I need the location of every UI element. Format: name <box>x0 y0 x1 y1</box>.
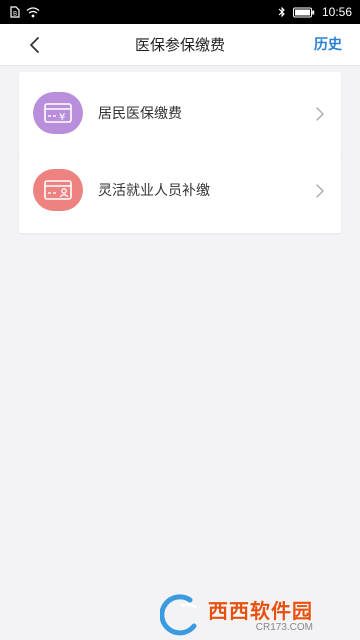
watermark-main-text: 西西软件园 <box>208 599 313 623</box>
status-bar: B 10:56 <box>0 0 360 24</box>
list-item-resident-payment[interactable]: ¥ 居民医保缴费 <box>19 72 341 156</box>
card-person-icon <box>44 180 72 200</box>
nav-bar: 医保参保缴费 历史 <box>0 24 360 66</box>
card-icon-wrapper <box>33 169 83 211</box>
history-button[interactable]: 历史 <box>314 24 342 66</box>
wifi-icon <box>26 6 40 18</box>
chevron-right-icon <box>316 184 324 198</box>
svg-text:¥: ¥ <box>59 112 65 123</box>
svg-text:B: B <box>13 11 17 18</box>
list-item-flexible-employment-payment[interactable]: 灵活就业人员补缴 <box>19 149 341 233</box>
chevron-right-icon <box>316 107 324 121</box>
card-icon-wrapper: ¥ <box>33 92 83 134</box>
watermark-text: 西西软件园 CR173.COM <box>208 595 313 633</box>
sim-icon: B <box>10 6 20 18</box>
bluetooth-icon <box>278 6 286 18</box>
watermark-logo-icon <box>159 592 206 636</box>
status-right: 10:56 <box>278 5 352 19</box>
watermark-sub-text: CR173.COM <box>255 622 313 633</box>
status-time: 10:56 <box>321 5 352 19</box>
status-left: B <box>10 6 40 18</box>
list-item-label: 灵活就业人员补缴 <box>98 183 210 199</box>
card-yen-icon: ¥ <box>44 103 72 123</box>
battery-icon <box>292 7 315 18</box>
page-title: 医保参保缴费 <box>134 36 225 54</box>
watermark: 西西软件园 CR173.COM <box>159 590 350 638</box>
list-item-label: 居民医保缴费 <box>98 106 182 122</box>
